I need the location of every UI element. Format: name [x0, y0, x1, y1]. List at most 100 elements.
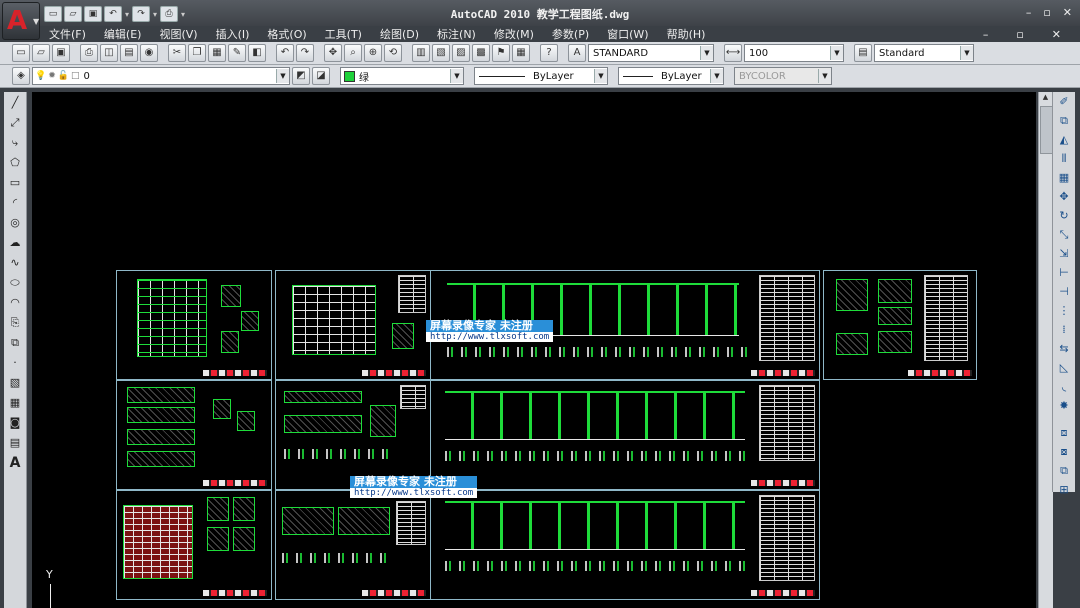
menu-draw[interactable]: 绘图(D) [371, 26, 428, 42]
drawing-sheet[interactable] [275, 270, 431, 380]
draw-order-above-icon[interactable]: ⧉ [1055, 462, 1073, 480]
trim-icon[interactable]: ⊢ [1055, 264, 1073, 282]
table-icon[interactable]: ▤ [6, 434, 24, 452]
vertical-scrollbar[interactable]: ▲ [1038, 92, 1053, 608]
draw-order-front-icon[interactable]: ⧈ [1055, 424, 1073, 442]
offset-icon[interactable]: ⫴ [1055, 150, 1073, 168]
menu-format[interactable]: 格式(O) [258, 26, 315, 42]
markup-icon[interactable]: ⚑ [492, 44, 510, 62]
join-icon[interactable]: ⇆ [1055, 340, 1073, 358]
region-icon[interactable]: ◙ [6, 414, 24, 432]
explode-icon[interactable]: ✸ [1055, 397, 1073, 415]
calculator-icon[interactable]: ▦ [512, 44, 530, 62]
layer-manager-icon[interactable]: ◈ [12, 67, 30, 85]
plot-preview-icon[interactable]: ◫ [100, 44, 118, 62]
zoom-window-icon[interactable]: ⊕ [364, 44, 382, 62]
text-style-select[interactable]: STANDARD ▼ [588, 44, 714, 62]
circle-icon[interactable]: ◎ [6, 214, 24, 232]
polyline-icon[interactable]: ⤷ [6, 134, 24, 152]
draw-order-under-icon[interactable]: ⊞ [1055, 481, 1073, 499]
minimize-button[interactable]: – [1026, 6, 1032, 19]
zoom-previous-icon[interactable]: ⟲ [384, 44, 402, 62]
copy-object-icon[interactable]: ⧉ [1055, 112, 1073, 130]
menu-modify[interactable]: 修改(M) [485, 26, 543, 42]
revision-cloud-icon[interactable]: ☁ [6, 234, 24, 252]
redo-icon[interactable]: ↷ [296, 44, 314, 62]
copy-icon[interactable]: ❐ [188, 44, 206, 62]
line-icon[interactable]: ╱ [6, 94, 24, 112]
new-icon[interactable]: ▭ [12, 44, 30, 62]
zoom-realtime-icon[interactable]: ⌕ [344, 44, 362, 62]
save-icon[interactable]: ▣ [52, 44, 70, 62]
drawing-sheet[interactable] [116, 270, 272, 380]
3d-dwf-icon[interactable]: ◉ [140, 44, 158, 62]
drawing-sheet[interactable] [116, 380, 272, 490]
hatch-icon[interactable]: ▧ [6, 374, 24, 392]
ellipse-icon[interactable]: ⬭ [6, 274, 24, 292]
break-at-point-icon[interactable]: ⋮ [1055, 302, 1073, 320]
drawing-sheet[interactable] [823, 270, 977, 380]
make-block-icon[interactable]: ⧉ [6, 334, 24, 352]
menu-view[interactable]: 视图(V) [150, 26, 206, 42]
move-icon[interactable]: ✥ [1055, 188, 1073, 206]
sheet-set-icon[interactable]: ▩ [472, 44, 490, 62]
menu-parametric[interactable]: 参数(P) [543, 26, 598, 42]
drawing-sheet[interactable] [430, 380, 820, 490]
point-icon[interactable]: · [6, 354, 24, 372]
help-icon[interactable]: ? [540, 44, 558, 62]
erase-icon[interactable]: ✐ [1055, 93, 1073, 111]
menu-file[interactable]: 文件(F) [40, 26, 95, 42]
design-center-icon[interactable]: ▧ [432, 44, 450, 62]
layer-previous-icon[interactable]: ◪ [312, 67, 330, 85]
undo-icon[interactable]: ↶ [276, 44, 294, 62]
paste-icon[interactable]: ▦ [208, 44, 226, 62]
doc-minimize-button[interactable]: – [974, 28, 998, 41]
scroll-up-icon[interactable]: ▲ [1040, 93, 1051, 104]
array-icon[interactable]: ▦ [1055, 169, 1073, 187]
menu-edit[interactable]: 编辑(E) [95, 26, 151, 42]
doc-restore-button[interactable]: ▫ [1007, 28, 1032, 41]
publish-icon[interactable]: ▤ [120, 44, 138, 62]
break-icon[interactable]: ⁞ [1055, 321, 1073, 339]
drawing-sheet[interactable] [116, 490, 272, 600]
drawing-sheet[interactable] [430, 490, 820, 600]
multiline-text-icon[interactable]: A [6, 454, 24, 472]
close-button[interactable]: ✕ [1063, 6, 1072, 19]
drawing-sheet[interactable] [275, 490, 431, 600]
drawing-canvas[interactable]: 屏幕录像专家 未注册 http://www.tlxsoft.com 屏幕录像专家… [32, 92, 1036, 608]
fillet-icon[interactable]: ◟ [1055, 378, 1073, 396]
mirror-icon[interactable]: ◭ [1055, 131, 1073, 149]
menu-insert[interactable]: 插入(I) [207, 26, 259, 42]
pan-icon[interactable]: ✥ [324, 44, 342, 62]
menu-dimension[interactable]: 标注(N) [428, 26, 485, 42]
construction-line-icon[interactable]: ⤢ [6, 114, 24, 132]
match-properties-icon[interactable]: ✎ [228, 44, 246, 62]
color-select[interactable]: 绿 ▼ [340, 67, 464, 85]
plot-icon[interactable]: ⎙ [80, 44, 98, 62]
tool-palettes-icon[interactable]: ▨ [452, 44, 470, 62]
ellipse-arc-icon[interactable]: ◠ [6, 294, 24, 312]
properties-icon[interactable]: ▥ [412, 44, 430, 62]
doc-close-button[interactable]: ✕ [1043, 28, 1070, 41]
rectangle-icon[interactable]: ▭ [6, 174, 24, 192]
table-style-icon[interactable]: ▤ [854, 44, 872, 62]
chamfer-icon[interactable]: ◺ [1055, 359, 1073, 377]
spline-icon[interactable]: ∿ [6, 254, 24, 272]
open-icon[interactable]: ▱ [32, 44, 50, 62]
insert-block-icon[interactable]: ⎘ [6, 314, 24, 332]
dimension-style-icon[interactable]: ⟷ [724, 44, 742, 62]
gradient-icon[interactable]: ▦ [6, 394, 24, 412]
layer-select[interactable]: 💡 ✹ 🔓 □ 0 ▼ [32, 67, 290, 85]
dimension-style-select[interactable]: 100 ▼ [744, 44, 844, 62]
linetype-select[interactable]: ByLayer ▼ [474, 67, 608, 85]
stretch-icon[interactable]: ⇲ [1055, 245, 1073, 263]
drawing-sheet[interactable] [275, 380, 431, 490]
menu-tools[interactable]: 工具(T) [316, 26, 371, 42]
application-menu-button[interactable]: A ▼ [2, 2, 40, 40]
block-editor-icon[interactable]: ◧ [248, 44, 266, 62]
arc-icon[interactable]: ◜ [6, 194, 24, 212]
cut-icon[interactable]: ✂ [168, 44, 186, 62]
rotate-icon[interactable]: ↻ [1055, 207, 1073, 225]
make-current-layer-icon[interactable]: ◩ [292, 67, 310, 85]
menu-window[interactable]: 窗口(W) [598, 26, 657, 42]
